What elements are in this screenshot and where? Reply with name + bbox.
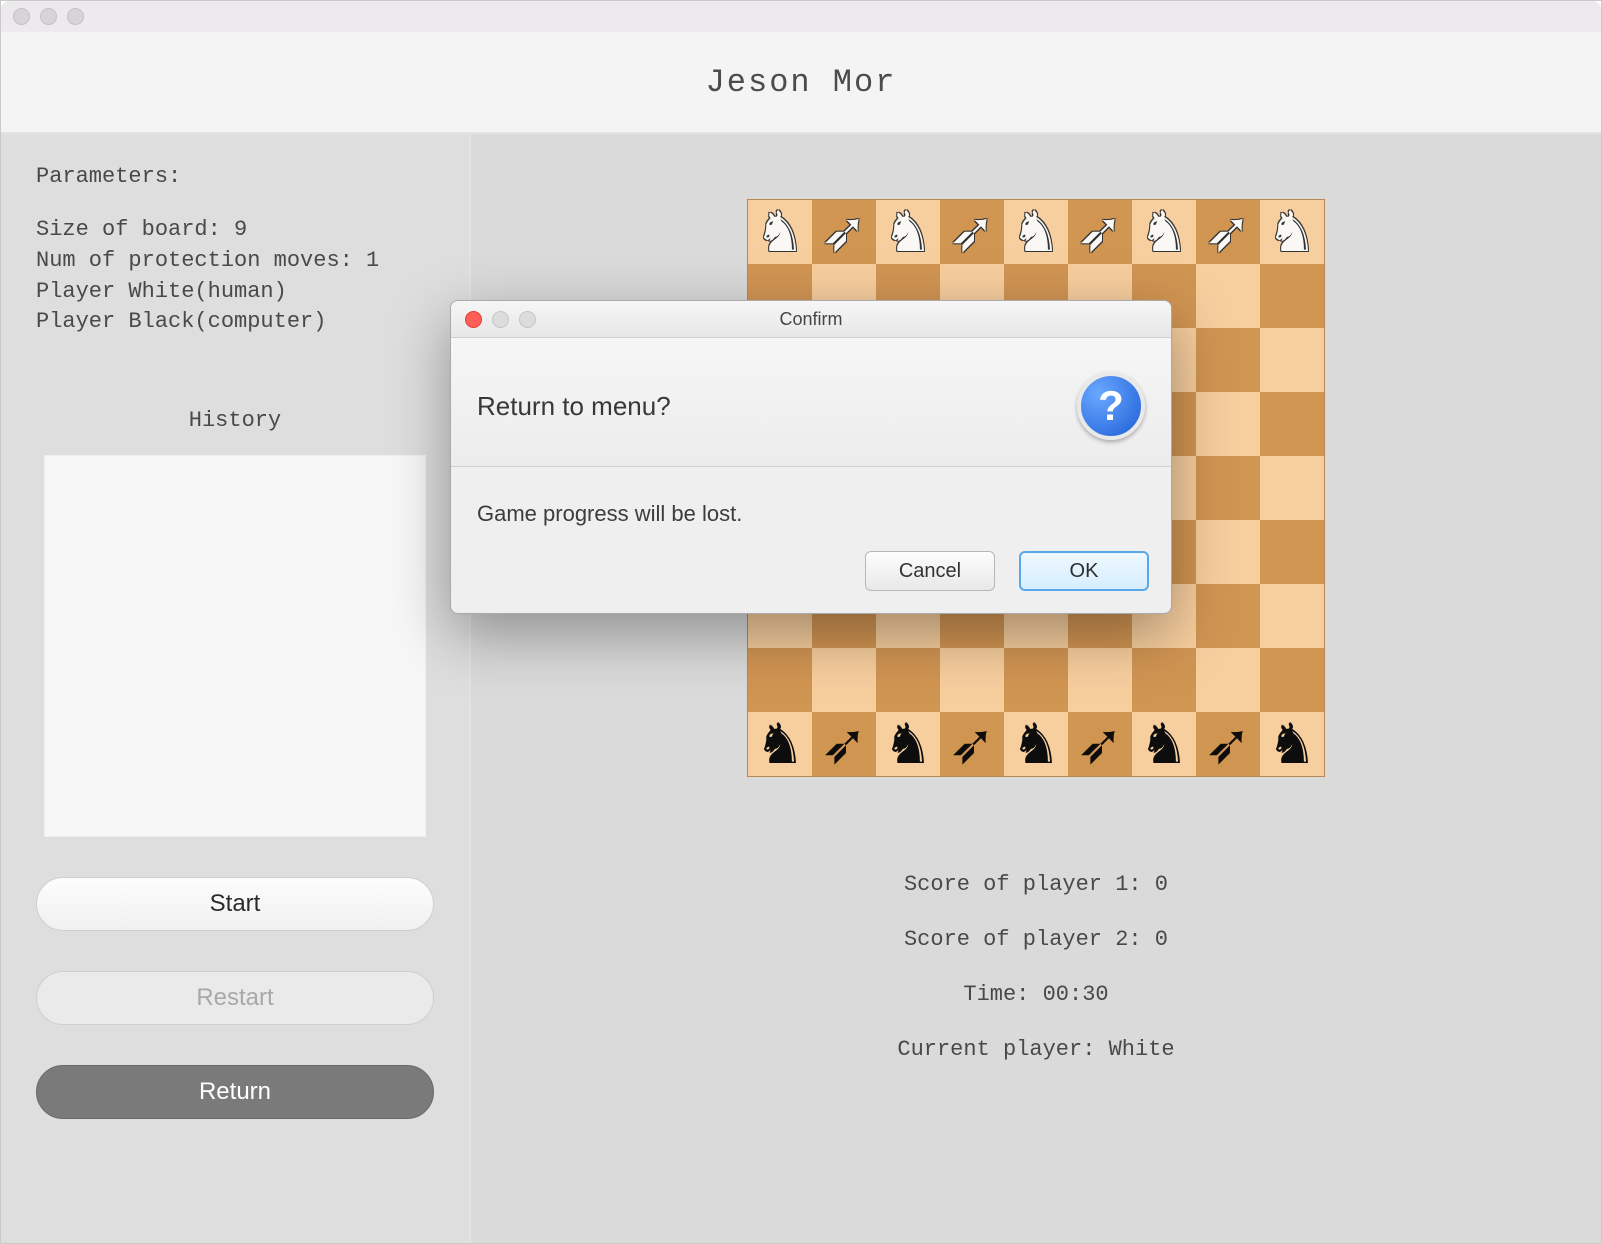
board-square[interactable]: ♞ <box>1004 712 1068 776</box>
black-knight-icon[interactable]: ♞ <box>1139 716 1189 772</box>
black-archer-icon[interactable]: ➶ <box>1077 716 1124 772</box>
black-knight-icon[interactable]: ♞ <box>1011 716 1061 772</box>
current-player: Current player: White <box>897 1022 1174 1077</box>
time: Time: 00:30 <box>897 967 1174 1022</box>
board-square[interactable] <box>940 648 1004 712</box>
question-icon: ? <box>1077 372 1145 440</box>
board-square[interactable] <box>1260 328 1324 392</box>
white-archer-icon[interactable]: ➶ <box>1077 204 1124 260</box>
board-square[interactable] <box>1004 648 1068 712</box>
board-square[interactable]: ♞ <box>1132 712 1196 776</box>
dialog-minimize-icon <box>492 311 509 328</box>
param-board-size: Size of board: 9 <box>36 215 434 246</box>
black-knight-icon[interactable]: ♞ <box>1267 716 1317 772</box>
board-square[interactable]: ♞ <box>748 200 812 264</box>
board-square[interactable]: ♞ <box>876 712 940 776</box>
dialog-title: Return to menu? <box>477 391 671 422</box>
black-archer-icon[interactable]: ➶ <box>949 716 996 772</box>
dialog-zoom-icon <box>519 311 536 328</box>
sidebar: Parameters: Size of board: 9 Num of prot… <box>1 134 471 1243</box>
board-square[interactable]: ♞ <box>1132 200 1196 264</box>
history-box <box>44 455 426 837</box>
score-player-1: Score of player 1: 0 <box>897 857 1174 912</box>
zoom-icon[interactable] <box>67 8 84 25</box>
ok-button[interactable]: OK <box>1019 551 1149 591</box>
param-protection-moves: Num of protection moves: 1 <box>36 246 434 277</box>
parameters-heading: Parameters: <box>36 164 434 189</box>
board-square[interactable] <box>1260 584 1324 648</box>
black-knight-icon[interactable]: ♞ <box>883 716 933 772</box>
board-square[interactable]: ♞ <box>1260 200 1324 264</box>
board-square[interactable] <box>1260 648 1324 712</box>
white-knight-icon[interactable]: ♞ <box>1267 204 1317 260</box>
white-knight-icon[interactable]: ♞ <box>1011 204 1061 260</box>
board-square[interactable]: ➶ <box>812 712 876 776</box>
start-button[interactable]: Start <box>36 877 434 931</box>
dialog-body: Game progress will be lost. <box>451 467 1171 539</box>
confirm-dialog: Confirm Return to menu? ? Game progress … <box>450 300 1172 614</box>
board-square[interactable] <box>1068 648 1132 712</box>
param-player-black: Player Black(computer) <box>36 307 434 338</box>
board-square[interactable] <box>1260 264 1324 328</box>
restart-button: Restart <box>36 971 434 1025</box>
board-square[interactable] <box>812 648 876 712</box>
white-archer-icon[interactable]: ➶ <box>949 204 996 260</box>
board-square[interactable] <box>748 648 812 712</box>
board-square[interactable] <box>1132 648 1196 712</box>
white-knight-icon[interactable]: ♞ <box>755 204 805 260</box>
board-square[interactable] <box>876 648 940 712</box>
board-square[interactable]: ➶ <box>940 200 1004 264</box>
dialog-titlebar: Confirm <box>451 301 1171 338</box>
board-square[interactable] <box>1196 648 1260 712</box>
board-square[interactable] <box>1196 392 1260 456</box>
white-archer-icon[interactable]: ➶ <box>821 204 868 260</box>
board-square[interactable]: ♞ <box>1260 712 1324 776</box>
board-square[interactable]: ♞ <box>1004 200 1068 264</box>
param-player-white: Player White(human) <box>36 277 434 308</box>
board-square[interactable] <box>1260 392 1324 456</box>
board-square[interactable] <box>1196 584 1260 648</box>
white-knight-icon[interactable]: ♞ <box>1139 204 1189 260</box>
board-square[interactable]: ➶ <box>1068 712 1132 776</box>
board-square[interactable]: ➶ <box>812 200 876 264</box>
close-icon[interactable] <box>13 8 30 25</box>
white-archer-icon[interactable]: ➶ <box>1205 204 1252 260</box>
dialog-window-title: Confirm <box>451 309 1171 330</box>
score-player-2: Score of player 2: 0 <box>897 912 1174 967</box>
app-header: Jeson Mor <box>1 31 1601 134</box>
dialog-actions: Cancel OK <box>451 539 1171 613</box>
board-square[interactable]: ♞ <box>748 712 812 776</box>
board-square[interactable] <box>1196 520 1260 584</box>
return-button[interactable]: Return <box>36 1065 434 1119</box>
board-square[interactable]: ♞ <box>876 200 940 264</box>
board-square[interactable] <box>1196 456 1260 520</box>
dialog-header: Return to menu? ? <box>451 338 1171 467</box>
black-knight-icon[interactable]: ♞ <box>755 716 805 772</box>
board-square[interactable] <box>1260 520 1324 584</box>
history-heading: History <box>36 408 434 433</box>
board-square[interactable]: ➶ <box>940 712 1004 776</box>
app-title: Jeson Mor <box>706 64 897 101</box>
dialog-close-icon[interactable] <box>465 311 482 328</box>
board-square[interactable] <box>1196 328 1260 392</box>
black-archer-icon[interactable]: ➶ <box>1205 716 1252 772</box>
cancel-button[interactable]: Cancel <box>865 551 995 591</box>
board-square[interactable]: ➶ <box>1068 200 1132 264</box>
black-archer-icon[interactable]: ➶ <box>821 716 868 772</box>
board-square[interactable] <box>1196 264 1260 328</box>
board-square[interactable] <box>1260 456 1324 520</box>
outer-titlebar <box>1 1 1601 31</box>
minimize-icon[interactable] <box>40 8 57 25</box>
status-block: Score of player 1: 0 Score of player 2: … <box>897 857 1174 1077</box>
white-knight-icon[interactable]: ♞ <box>883 204 933 260</box>
board-square[interactable]: ➶ <box>1196 712 1260 776</box>
board-square[interactable]: ➶ <box>1196 200 1260 264</box>
main-window: Jeson Mor Parameters: Size of board: 9 N… <box>0 0 1602 1244</box>
